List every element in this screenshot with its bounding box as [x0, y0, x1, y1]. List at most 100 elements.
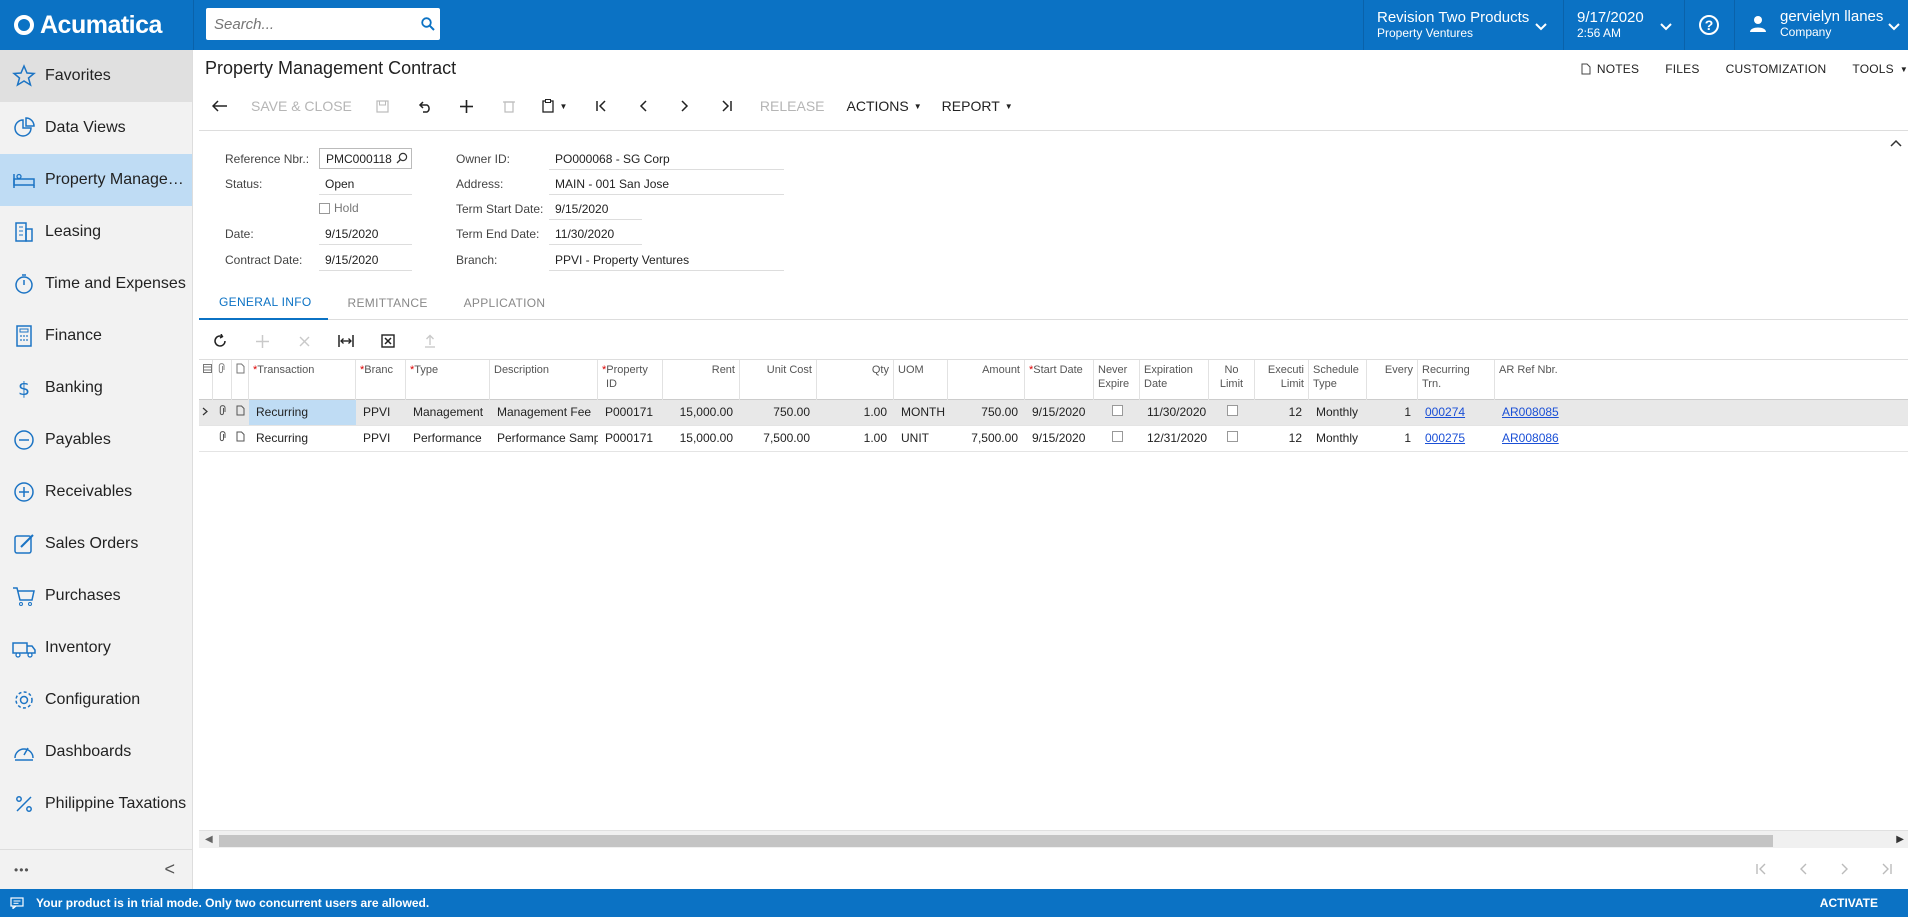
- cell-schedule-type[interactable]: Monthly: [1309, 400, 1367, 425]
- owner-id-field[interactable]: PO000068 - SG Corp: [549, 149, 784, 170]
- cell-description[interactable]: Performance Sample: [490, 426, 598, 451]
- col-header-start-date[interactable]: *Start Date: [1025, 360, 1094, 400]
- col-header-qty[interactable]: Qty: [817, 360, 894, 400]
- cell-never-expire[interactable]: [1094, 400, 1140, 425]
- search-icon[interactable]: [396, 152, 408, 164]
- collapse-up-icon[interactable]: [1890, 139, 1902, 147]
- sidebar-item-receivables[interactable]: Receivables: [0, 466, 192, 518]
- next-record-button[interactable]: [664, 90, 706, 122]
- recurring-trn-link[interactable]: 000274: [1425, 405, 1465, 419]
- never-expire-checkbox[interactable]: [1111, 405, 1123, 416]
- tab-general-info[interactable]: GENERAL INFO: [199, 286, 328, 320]
- cell-every[interactable]: 1: [1367, 400, 1418, 425]
- horizontal-scrollbar[interactable]: ◀ ▶: [199, 830, 1908, 848]
- ar-ref-link[interactable]: AR008086: [1502, 431, 1559, 445]
- col-header-rent[interactable]: Rent: [663, 360, 740, 400]
- cell-uom[interactable]: UNIT: [894, 426, 948, 451]
- sidebar-item-payables[interactable]: Payables: [0, 414, 192, 466]
- fit-columns-button[interactable]: [325, 325, 367, 357]
- col-header-schedule-type[interactable]: Schedule Type: [1309, 360, 1367, 400]
- cell-start-date[interactable]: 9/15/2020: [1025, 400, 1094, 425]
- col-header-amount[interactable]: Amount: [948, 360, 1025, 400]
- scrollbar-thumb[interactable]: [219, 835, 1773, 847]
- more-icon[interactable]: •••: [14, 863, 30, 877]
- sidebar-item-sales-orders[interactable]: Sales Orders: [0, 518, 192, 570]
- add-row-button[interactable]: [241, 325, 283, 357]
- no-limit-checkbox[interactable]: [1226, 431, 1238, 442]
- cell-no-limit[interactable]: [1209, 400, 1255, 425]
- delete-row-button[interactable]: [283, 325, 325, 357]
- cell-property-id[interactable]: P000171: [598, 400, 663, 425]
- customization-link[interactable]: CUSTOMIZATION: [1726, 62, 1827, 76]
- export-excel-button[interactable]: [367, 325, 409, 357]
- col-header-every[interactable]: Every: [1367, 360, 1418, 400]
- col-header-branch[interactable]: *Branc: [356, 360, 406, 400]
- col-header-expiration-date[interactable]: Expiration Date: [1140, 360, 1209, 400]
- add-button[interactable]: [446, 90, 488, 122]
- sidebar-item-banking[interactable]: $ Banking: [0, 362, 192, 414]
- cell-amount[interactable]: 7,500.00: [948, 426, 1025, 451]
- sidebar-item-favorites[interactable]: Favorites: [0, 50, 192, 102]
- tools-link[interactable]: TOOLS ▼: [1852, 62, 1908, 76]
- sidebar-item-dashboards[interactable]: Dashboards: [0, 726, 192, 778]
- cell-rent[interactable]: 15,000.00: [663, 400, 740, 425]
- pager-next-icon[interactable]: [1824, 852, 1866, 886]
- row-expand-icon[interactable]: [199, 400, 213, 425]
- cell-no-limit[interactable]: [1209, 426, 1255, 451]
- undo-button[interactable]: [404, 90, 446, 122]
- sidebar-item-philippine-taxations[interactable]: Philippine Taxations: [0, 778, 192, 830]
- pager-last-icon[interactable]: [1866, 852, 1908, 886]
- tab-application[interactable]: APPLICATION: [444, 286, 562, 320]
- col-header-ar-ref-nbr[interactable]: AR Ref Nbr.: [1495, 360, 1908, 400]
- contract-date-field[interactable]: 9/15/2020: [319, 250, 412, 271]
- copy-paste-menu[interactable]: ▼: [530, 90, 580, 122]
- cell-execution-limit[interactable]: 12: [1255, 400, 1309, 425]
- no-limit-checkbox[interactable]: [1226, 405, 1238, 416]
- activate-link[interactable]: ACTIVATE: [1820, 896, 1878, 910]
- term-start-field[interactable]: 9/15/2020: [549, 199, 642, 220]
- files-link[interactable]: FILES: [1665, 62, 1699, 76]
- cell-every[interactable]: 1: [1367, 426, 1418, 451]
- actions-menu[interactable]: ACTIONS ▼: [837, 90, 932, 122]
- sidebar-item-time-and-expenses[interactable]: Time and Expenses: [0, 258, 192, 310]
- cell-expiration-date[interactable]: 12/31/2020: [1140, 426, 1209, 451]
- hold-checkbox-box[interactable]: [319, 202, 330, 214]
- col-header-no-limit[interactable]: No Limit: [1209, 360, 1255, 400]
- tab-remittance[interactable]: REMITTANCE: [328, 286, 444, 320]
- sidebar-item-finance[interactable]: Finance: [0, 310, 192, 362]
- never-expire-checkbox[interactable]: [1111, 431, 1123, 442]
- address-field[interactable]: MAIN - 001 San Jose: [549, 174, 784, 195]
- cell-expiration-date[interactable]: 11/30/2020: [1140, 400, 1209, 425]
- sidebar-item-configuration[interactable]: Configuration: [0, 674, 192, 726]
- cell-transaction[interactable]: Recurring: [249, 426, 356, 451]
- save-close-button[interactable]: SAVE & CLOSE: [241, 90, 362, 122]
- col-header-execution-limit[interactable]: Executi Limit: [1255, 360, 1309, 400]
- sidebar-item-leasing[interactable]: Leasing: [0, 206, 192, 258]
- refresh-button[interactable]: [199, 325, 241, 357]
- cell-property-id[interactable]: P000171: [598, 426, 663, 451]
- recurring-trn-link[interactable]: 000275: [1425, 431, 1465, 445]
- help-button[interactable]: ?: [1684, 0, 1734, 50]
- branch-field[interactable]: PPVI - Property Ventures: [549, 250, 784, 271]
- status-field[interactable]: Open: [319, 174, 412, 195]
- note-icon[interactable]: [232, 426, 249, 451]
- attachment-icon[interactable]: [213, 426, 232, 451]
- acumatica-logo[interactable]: Acumatica: [14, 10, 162, 40]
- scroll-left-icon[interactable]: ◀: [205, 834, 213, 845]
- cell-execution-limit[interactable]: 12: [1255, 426, 1309, 451]
- release-button[interactable]: RELEASE: [748, 90, 837, 122]
- cell-uom[interactable]: MONTH: [894, 400, 948, 425]
- scroll-right-icon[interactable]: ▶: [1896, 834, 1904, 845]
- sidebar-item-inventory[interactable]: Inventory: [0, 622, 192, 674]
- sidebar-item-data-views[interactable]: Data Views: [0, 102, 192, 154]
- notes-link[interactable]: NOTES: [1581, 62, 1639, 76]
- cell-qty[interactable]: 1.00: [817, 426, 894, 451]
- note-icon[interactable]: [232, 400, 249, 425]
- cell-qty[interactable]: 1.00: [817, 400, 894, 425]
- col-header-uom[interactable]: UOM: [894, 360, 948, 400]
- search-input[interactable]: [206, 9, 415, 39]
- cell-amount[interactable]: 750.00: [948, 400, 1025, 425]
- save-button[interactable]: [362, 90, 404, 122]
- report-menu[interactable]: REPORT ▼: [932, 90, 1023, 122]
- col-header-recurring-trn[interactable]: Recurring Trn.: [1418, 360, 1495, 400]
